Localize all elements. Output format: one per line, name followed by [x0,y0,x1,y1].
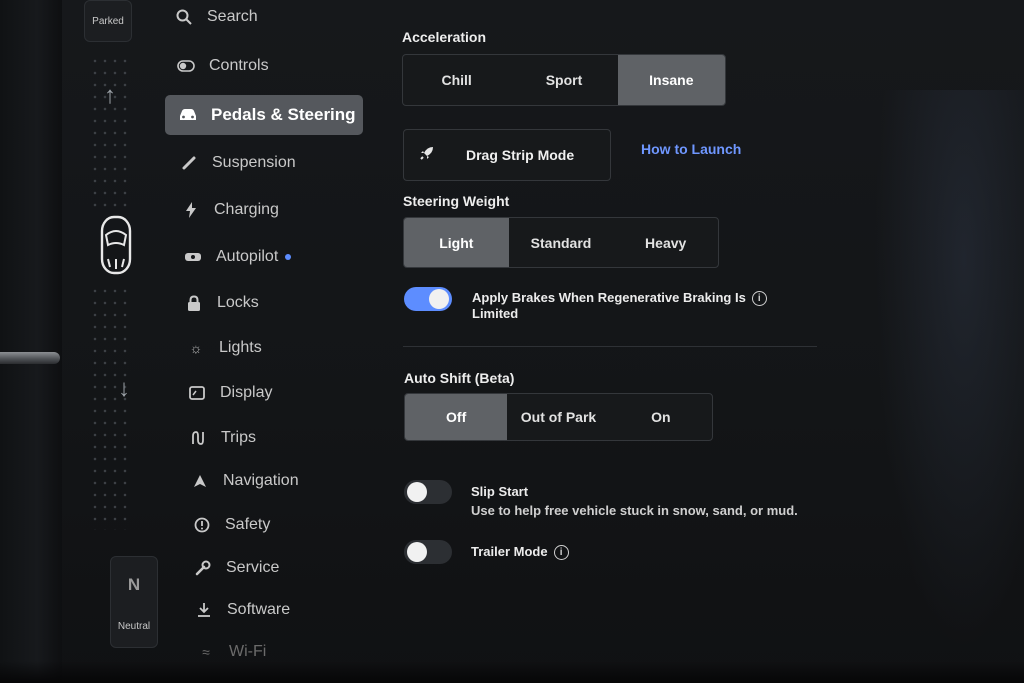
steering-weight-selector[interactable]: Light Standard Heavy [403,217,719,268]
sun-icon: ☼ [189,340,203,356]
menu-item-trips[interactable]: Trips [187,418,385,458]
rocket-icon [414,145,440,166]
menu-item-software[interactable]: Software [193,590,391,630]
acceleration-option-sport[interactable]: Sport [510,55,617,105]
auto-shift-option-out-of-park[interactable]: Out of Park [507,394,609,440]
alert-icon [191,514,213,536]
gear-rail[interactable]: Parked ↑ ↓ N Neutral [84,0,158,660]
menu-item-label: Locks [217,294,259,311]
section-divider [403,346,817,347]
auto-shift-option-off[interactable]: Off [405,394,508,440]
steering-option-heavy[interactable]: Heavy [613,218,718,267]
navigation-icon [189,470,211,492]
neutral-gear-label: Neutral [117,621,151,632]
menu-item-label: Navigation [223,472,299,489]
auto-shift-option-on[interactable]: On [610,394,712,440]
neutral-gear-indicator[interactable]: N Neutral [110,556,158,648]
menu-item-locks[interactable]: Locks [183,283,381,323]
menu-item-suspension[interactable]: Suspension [178,143,376,183]
toggle-icon [175,55,197,77]
slip-start-description: Use to help free vehicle stuck in snow, … [471,503,798,518]
menu-item-pedals-steering[interactable]: Pedals & Steering [165,95,363,135]
menu-item-safety[interactable]: Safety [191,505,389,545]
neutral-gear-letter: N [127,575,141,594]
wrench-icon [192,557,214,579]
slip-start-toggle[interactable] [404,480,452,504]
toggle-knob [407,482,427,502]
car-icon [177,104,199,126]
menu-item-label: Trips [221,429,256,446]
trips-icon [187,427,209,449]
arrow-down-icon: ↓ [118,375,130,402]
acceleration-selector[interactable]: Chill Sport Insane [402,54,726,106]
menu-item-lights[interactable]: ☼ Lights [185,328,383,368]
car-top-view-icon [100,215,132,275]
gear-track-dots-upper [90,55,132,215]
menu-item-label: Suspension [212,154,296,171]
download-icon [193,599,215,621]
toggle-knob [407,542,427,562]
steering-option-standard[interactable]: Standard [509,218,614,267]
auto-shift-label: Auto Shift (Beta) [404,370,515,386]
trailer-mode-text: Trailer Mode i [471,544,569,561]
menu-item-service[interactable]: Service [192,548,390,588]
wifi-icon: ≈ [202,644,210,660]
menu-item-label: Safety [225,516,271,533]
info-icon[interactable]: i [751,291,767,307]
menu-item-controls[interactable]: Controls [175,46,373,86]
toggle-knob [429,289,449,309]
slip-start-label: Slip Start [471,484,529,499]
display-icon [186,382,208,404]
trailer-mode-toggle[interactable] [404,540,452,564]
bolt-icon [180,199,202,221]
drag-strip-label: Drag Strip Mode [466,147,575,163]
menu-item-search[interactable]: Search [173,0,371,37]
trailer-mode-label: Trailer Mode [471,544,548,559]
menu-item-label: Software [227,601,291,618]
menu-item-label: Wi-Fi [229,643,267,660]
menu-item-charging[interactable]: Charging [180,190,378,230]
menu-item-label: Controls [209,57,269,74]
menu-item-label: Service [226,559,280,576]
menu-item-label: Charging [214,201,279,218]
arrow-up-icon: ↑ [104,82,116,109]
screen-reflection [874,90,1024,650]
bottom-bezel [0,661,1024,683]
apply-brakes-label-line1: Apply Brakes When Regenerative Braking I… [472,290,746,305]
acceleration-option-chill[interactable]: Chill [403,55,510,105]
menu-item-navigation[interactable]: Navigation [189,461,387,501]
info-icon[interactable]: i [553,545,569,561]
steering-icon [182,246,204,268]
auto-shift-selector[interactable]: Off Out of Park On [404,393,713,441]
menu-item-display[interactable]: Display [186,373,384,413]
menu-item-label: Display [220,384,273,401]
menu-item-autopilot[interactable]: Autopilot [182,237,380,277]
acceleration-label: Acceleration [402,29,487,45]
steering-weight-label: Steering Weight [403,193,510,209]
search-icon [173,6,195,28]
menu-item-label: Lights [219,339,262,356]
steering-option-light[interactable]: Light [404,218,509,267]
drag-strip-mode-button[interactable]: Drag Strip Mode [403,129,611,181]
menu-item-label: Autopilot [216,248,279,265]
left-bezel [0,0,62,683]
notification-dot [285,254,292,260]
acceleration-option-insane[interactable]: Insane [617,55,725,105]
suspension-icon [178,152,200,174]
lock-icon [183,292,205,314]
apply-brakes-toggle[interactable] [404,287,452,311]
menu-item-label: Pedals & Steering [211,105,356,124]
door-trim [0,352,60,364]
gear-track-dots-lower [90,285,132,530]
apply-brakes-label-line2: Limited [472,306,519,322]
parked-gear-indicator[interactable]: Parked [84,0,132,42]
how-to-launch-link[interactable]: How to Launch [641,141,741,157]
apply-brakes-text: Apply Brakes When Regenerative Braking I… [472,290,767,321]
menu-item-label: Search [207,8,258,25]
